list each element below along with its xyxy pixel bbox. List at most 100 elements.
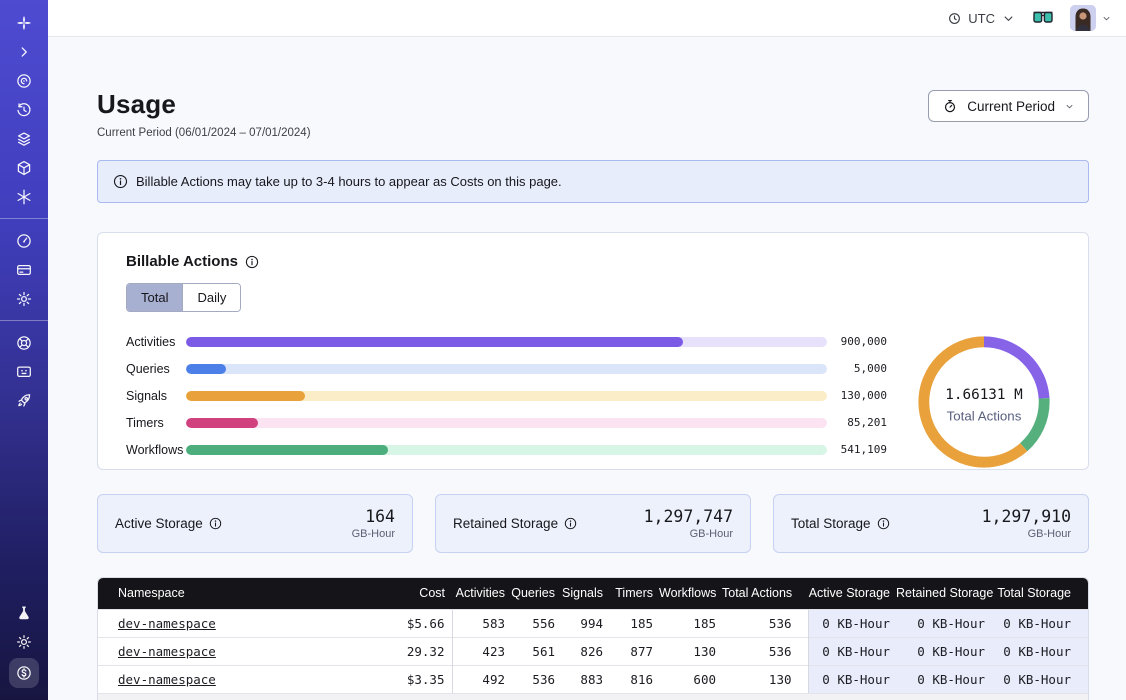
chevron-right-icon bbox=[15, 43, 33, 61]
namespace-cell: dev-namespace bbox=[98, 609, 337, 637]
cell-signals: 826 bbox=[561, 637, 609, 665]
sidebar-divider bbox=[0, 218, 48, 219]
usage-page: Usage Current Period (06/01/2024 – 07/01… bbox=[48, 38, 1126, 700]
cell-cost: $5.66 bbox=[337, 609, 452, 637]
bar-fill bbox=[186, 445, 388, 455]
bar-row-signals: Signals 130,000 bbox=[126, 382, 887, 409]
sidebar-divider bbox=[0, 320, 48, 321]
feedback-monitor-icon bbox=[15, 363, 33, 381]
namespace-link[interactable]: dev-namespace bbox=[118, 644, 216, 659]
sidebar-item-deployments-cube[interactable] bbox=[7, 154, 41, 181]
cell-activities: 423 bbox=[452, 637, 511, 665]
table-row: dev-namespace$5.665835569941851855360 KB… bbox=[98, 609, 1088, 637]
namespace-cell: dev-namespace bbox=[98, 637, 337, 665]
sidebar-item-layers[interactable] bbox=[7, 125, 41, 152]
sidebar-item-namespaces[interactable] bbox=[7, 67, 41, 94]
storage-card-value: 164 bbox=[352, 507, 395, 526]
cell-cost: 29.32 bbox=[337, 637, 452, 665]
current-period-subtitle: Current Period (06/01/2024 – 07/01/2024) bbox=[97, 127, 311, 139]
sidebar-item-nexus-asterisk[interactable] bbox=[7, 183, 41, 210]
nexus-asterisk-icon bbox=[15, 188, 33, 206]
cell-workflows: 185 bbox=[659, 609, 722, 637]
sidebar-item-settings-gear[interactable] bbox=[7, 285, 41, 312]
table-footer-strip bbox=[98, 693, 1088, 700]
storage-summary-cards: Active Storage 164 GB-Hour Retained Storage… bbox=[97, 494, 1089, 553]
user-menu[interactable] bbox=[1070, 5, 1112, 31]
sidebar-item-labs-flask[interactable] bbox=[7, 599, 41, 626]
cell-activities: 583 bbox=[452, 609, 511, 637]
tab-total[interactable]: Total bbox=[127, 284, 182, 311]
billing-card-icon bbox=[15, 261, 33, 279]
sidebar-item-feedback-monitor[interactable] bbox=[7, 358, 41, 385]
cell-active-storage: 0 KB-Hour bbox=[808, 609, 896, 637]
sidebar-item-usage-gauge[interactable] bbox=[7, 227, 41, 254]
sidebar-item-billing-card[interactable] bbox=[7, 256, 41, 283]
namespace-cell: dev-namespace bbox=[98, 665, 337, 693]
timezone-dropdown[interactable]: UTC bbox=[947, 11, 1016, 26]
bar-fill bbox=[186, 337, 683, 347]
bar-value: 130,000 bbox=[835, 389, 887, 402]
billable-actions-card: Billable Actions TotalDaily Activities90… bbox=[97, 232, 1089, 470]
dev-glasses-button[interactable] bbox=[1032, 11, 1054, 25]
cell-active-storage: 0 KB-Hour bbox=[808, 637, 896, 665]
info-icon[interactable] bbox=[564, 517, 577, 530]
cell-workflows: 600 bbox=[659, 665, 722, 693]
sidebar-item-usage-dollar[interactable] bbox=[9, 658, 39, 688]
cell-cost: $3.35 bbox=[337, 665, 452, 693]
usage-dollar-icon bbox=[15, 664, 33, 682]
period-selector-button[interactable]: Current Period bbox=[928, 90, 1089, 122]
bar-fill bbox=[186, 418, 258, 428]
storage-card-value: 1,297,910 bbox=[982, 507, 1071, 526]
banner-text: Billable Actions may take up to 3-4 hour… bbox=[136, 174, 562, 189]
column-header-active-storage: Active Storage bbox=[808, 578, 896, 609]
cell-signals: 994 bbox=[561, 609, 609, 637]
bar-row-workflows: Workflows541,109 bbox=[126, 436, 887, 463]
sidebar-item-theme-sun[interactable] bbox=[7, 628, 41, 655]
chevron-down-icon bbox=[1064, 101, 1075, 112]
usage-gauge-icon bbox=[15, 232, 33, 250]
sidebar-item-schedules[interactable] bbox=[7, 96, 41, 123]
table-row: dev-namespace$3.354925368838166001300 KB… bbox=[98, 665, 1088, 693]
column-header-namespace: Namespace bbox=[98, 578, 337, 609]
cell-total-actions: 536 bbox=[722, 637, 808, 665]
sidebar-item-chevron-right[interactable] bbox=[7, 38, 41, 65]
info-icon[interactable] bbox=[209, 517, 222, 530]
chevron-down-icon bbox=[1101, 13, 1112, 24]
bar-row-queries: Queries5,000 bbox=[126, 355, 887, 382]
bar-track bbox=[186, 445, 827, 455]
info-icon[interactable] bbox=[245, 255, 259, 269]
namespaces-icon bbox=[15, 72, 33, 90]
page-title: Usage bbox=[97, 89, 311, 120]
bar-label: Signals bbox=[126, 389, 186, 403]
sidebar-item-getting-started-rocket[interactable] bbox=[7, 387, 41, 414]
retained-storage-card: Retained Storage1,297,747GB-Hour bbox=[435, 494, 751, 553]
column-header-cost: Cost bbox=[337, 578, 452, 609]
tab-daily[interactable]: Daily bbox=[182, 284, 240, 311]
storage-card-unit: GB-Hour bbox=[982, 528, 1071, 540]
stopwatch-icon bbox=[942, 98, 958, 114]
layers-icon bbox=[15, 130, 33, 148]
namespace-link[interactable]: dev-namespace bbox=[118, 672, 216, 687]
bar-value: 85,201 bbox=[835, 416, 887, 429]
storage-card-label: Active Storage bbox=[115, 516, 203, 531]
bar-label: Timers bbox=[126, 416, 186, 430]
column-header-activities: Activities bbox=[452, 578, 511, 609]
info-icon[interactable] bbox=[877, 517, 890, 530]
sidebar-item-temporal-logo[interactable] bbox=[7, 9, 41, 36]
namespace-link[interactable]: dev-namespace bbox=[118, 616, 216, 631]
cell-signals: 883 bbox=[561, 665, 609, 693]
cell-retained-storage: 0 KB-Hour bbox=[896, 609, 997, 637]
info-icon bbox=[113, 174, 128, 189]
bar-row-activities: Activities900,000 bbox=[126, 328, 887, 355]
deployments-cube-icon bbox=[15, 159, 33, 177]
cell-workflows: 130 bbox=[659, 637, 722, 665]
cell-timers: 877 bbox=[609, 637, 659, 665]
getting-started-rocket-icon bbox=[15, 392, 33, 410]
cell-active-storage: 0 KB-Hour bbox=[808, 665, 896, 693]
cell-total-actions: 536 bbox=[722, 609, 808, 637]
storage-card-unit: GB-Hour bbox=[352, 528, 395, 540]
bar-value: 541,109 bbox=[835, 443, 887, 456]
sidebar-item-support-lifebuoy[interactable] bbox=[7, 329, 41, 356]
cell-queries: 536 bbox=[511, 665, 561, 693]
column-header-total-storage: Total Storage bbox=[997, 578, 1088, 609]
